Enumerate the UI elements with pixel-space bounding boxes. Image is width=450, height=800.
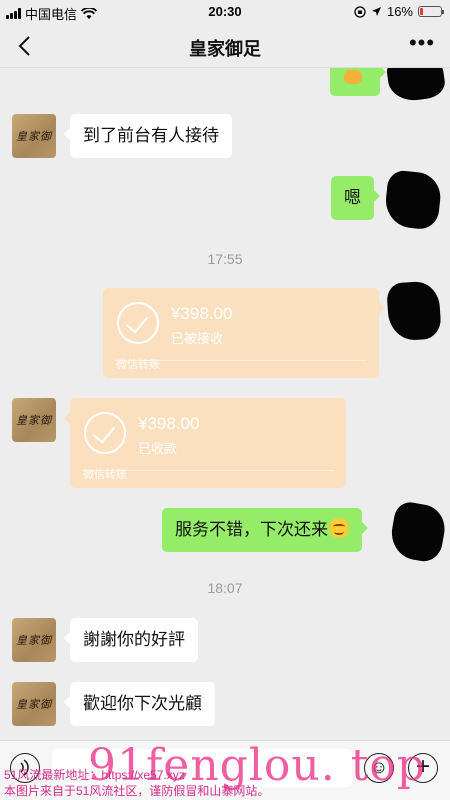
message-text: 服务不错，下次还来 <box>175 520 328 539</box>
checkmark-icon <box>117 302 159 344</box>
chat-area[interactable]: 皇家御 到了前台有人接待 嗯 17:55 ¥398.00 已被接收 微信转账 皇… <box>0 68 450 740</box>
avatar-calligraphy: 皇家御 <box>16 414 52 427</box>
more-dots-icon[interactable]: ••• <box>408 32 436 60</box>
avatar[interactable]: 皇家御 <box>12 398 56 442</box>
redacted-avatar <box>386 280 442 342</box>
avatar[interactable]: 皇家御 <box>12 114 56 158</box>
timestamp: 17:55 <box>207 251 243 267</box>
redacted-avatar <box>387 499 449 565</box>
chat-header: 皇家御足 ••• <box>0 24 450 68</box>
ok-hand-emoji-icon <box>344 70 362 84</box>
transfer-amount: ¥398.00 <box>138 414 200 433</box>
battery-percent: 16% <box>386 4 413 19</box>
status-right: 16% <box>354 4 444 19</box>
transfer-card-outgoing[interactable]: ¥398.00 已被接收 微信转账 <box>103 288 385 378</box>
message-bubble-incoming[interactable]: 謝謝你的好評 <box>64 618 198 662</box>
timestamp: 18:07 <box>207 580 243 596</box>
transfer-amount: ¥398.00 <box>171 304 233 323</box>
watermark-line-2: 本图片来自于51风流社区，谨防假冒和山寨网站。 <box>4 784 270 798</box>
message-bubble-outgoing[interactable]: 嗯 <box>331 176 380 220</box>
chat-title: 皇家御足 <box>189 39 261 59</box>
avatar-calligraphy: 皇家御 <box>16 634 52 647</box>
message-bubble-incoming[interactable]: 到了前台有人接待 <box>64 114 232 158</box>
message-bubble-outgoing[interactable]: 服务不错，下次还来 <box>162 508 368 552</box>
transfer-footer: 微信转账 <box>83 469 127 481</box>
partial-outgoing-bubble <box>330 68 386 96</box>
avatar[interactable]: 皇家御 <box>12 682 56 726</box>
redacted-avatar <box>383 169 443 231</box>
transfer-status: 已被接收 <box>171 331 224 346</box>
battery-icon <box>418 6 444 17</box>
smile-emoji-icon <box>329 518 349 538</box>
transfer-card-incoming[interactable]: ¥398.00 已收款 微信转账 <box>64 398 346 488</box>
status-bar: 中国电信 20:30 16% <box>0 0 450 24</box>
location-icon <box>371 7 381 16</box>
watermark-line-1: 51风流最新地址：https://xe57.xyz <box>4 768 185 782</box>
rotation-lock-icon <box>354 5 366 18</box>
message-bubble-incoming[interactable]: 歡迎你下次光顧 <box>64 682 215 726</box>
transfer-footer: 微信转账 <box>116 359 160 371</box>
battery-fill <box>420 8 423 15</box>
redacted-avatar <box>385 68 447 104</box>
avatar-calligraphy: 皇家御 <box>16 130 52 143</box>
transfer-status: 已收款 <box>138 441 178 456</box>
avatar-calligraphy: 皇家御 <box>16 698 52 711</box>
avatar[interactable]: 皇家御 <box>12 618 56 662</box>
checkmark-icon <box>84 412 126 454</box>
